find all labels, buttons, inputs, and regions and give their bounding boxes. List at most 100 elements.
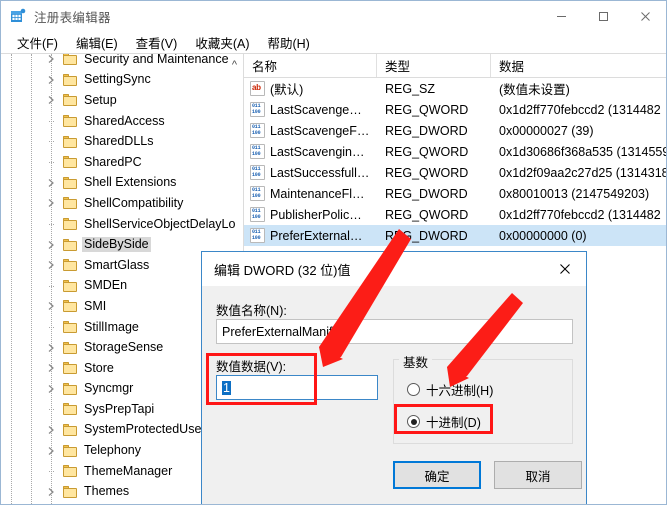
- radio-decimal-mark: [407, 415, 420, 428]
- minimize-button[interactable]: [540, 1, 582, 31]
- tree-item[interactable]: Security and Maintenance: [1, 54, 243, 70]
- value-name-text: LastScavengin…: [270, 145, 365, 159]
- folder-icon: [63, 362, 77, 374]
- tree-item-label: Syncmgr: [82, 381, 135, 396]
- base-radio-group: [393, 359, 573, 444]
- value-row[interactable]: 011100LastScavengin…REG_QWORD0x1d30686f3…: [244, 141, 666, 162]
- maximize-button[interactable]: [582, 1, 624, 31]
- tree-item[interactable]: Setup: [1, 90, 243, 111]
- radio-hexadecimal[interactable]: 十六进制(H): [407, 380, 493, 399]
- chevron-right-icon[interactable]: [45, 177, 57, 189]
- value-name-text: PreferExternalManifest: [222, 325, 349, 339]
- tree-connector: [49, 471, 54, 472]
- cancel-button[interactable]: 取消: [494, 461, 582, 489]
- tree-item[interactable]: SettingSync: [1, 70, 243, 91]
- chevron-right-icon[interactable]: [45, 94, 57, 106]
- value-name-input[interactable]: PreferExternalManifest: [216, 319, 573, 344]
- folder-icon: [63, 300, 77, 312]
- value-row[interactable]: 011100 MaintenanceFl… REG_DWORD0x80010013 …: [244, 183, 666, 204]
- tree-item[interactable]: SharedPC: [1, 152, 243, 173]
- value-data-cell: 0x00000000 (0): [491, 229, 666, 243]
- values-list[interactable]: ab(默认)REG_SZ(数值未设置)011100LastScavenge…RE…: [244, 78, 666, 246]
- value-row[interactable]: 011100PreferExternal…REG_DWORD0x00000000…: [244, 225, 666, 246]
- value-row[interactable]: 011100LastSuccessfull…REG_QWORD0x1d2f09a…: [244, 162, 666, 183]
- folder-icon: [63, 445, 77, 457]
- folder-icon: [63, 321, 77, 333]
- column-header-data[interactable]: 数据: [491, 54, 666, 77]
- folder-icon: [63, 94, 77, 106]
- tree-item-label: SystemProtectedUse: [82, 422, 203, 437]
- value-type-cell: REG_DWORD: [377, 187, 491, 201]
- window-title: 注册表编辑器: [34, 7, 111, 26]
- folder-icon: [63, 403, 77, 415]
- chevron-right-icon[interactable]: [45, 197, 57, 209]
- radio-hexadecimal-label: 十六进制(H): [426, 380, 493, 399]
- tree-item-label: Themes: [82, 484, 131, 499]
- chevron-right-icon[interactable]: [45, 342, 57, 354]
- radio-decimal-label: 十进制(D): [426, 412, 481, 431]
- tree-item-label: StorageSense: [82, 340, 165, 355]
- value-data-cell: 0x1d2ff770febccd2 (1314482: [491, 208, 666, 222]
- value-name-cell: 011100 MaintenanceFl…: [244, 186, 377, 201]
- close-button[interactable]: [624, 1, 666, 31]
- value-type-cell: REG_DWORD: [377, 229, 491, 243]
- column-header-type[interactable]: 类型: [377, 54, 491, 77]
- chevron-right-icon[interactable]: [45, 54, 57, 65]
- tree-connector: [49, 141, 54, 142]
- value-data-label: 数值数据(V):: [216, 356, 286, 375]
- folder-icon: [63, 115, 77, 127]
- value-data-input[interactable]: 1: [216, 375, 378, 400]
- tree-item[interactable]: SharedDLLs: [1, 131, 243, 152]
- tree-item[interactable]: ShellCompatibility: [1, 193, 243, 214]
- tree-item-label: ShellCompatibility: [82, 196, 185, 211]
- value-row[interactable]: 011100LastScavenge…REG_QWORD0x1d2ff770fe…: [244, 99, 666, 120]
- chevron-right-icon[interactable]: [45, 74, 57, 86]
- chevron-right-icon[interactable]: [45, 383, 57, 395]
- value-data-cell: 0x80010013 (2147549203): [491, 187, 666, 201]
- value-row[interactable]: 011100LastScavengeF…REG_DWORD0x00000027 …: [244, 120, 666, 141]
- chevron-right-icon[interactable]: [45, 239, 57, 251]
- chevron-right-icon[interactable]: [45, 445, 57, 457]
- chevron-right-icon[interactable]: [45, 259, 57, 271]
- value-name-text: (默认): [270, 79, 303, 98]
- binary-value-icon: 011100: [250, 186, 265, 201]
- dialog-close-button[interactable]: [544, 252, 586, 286]
- folder-icon: [63, 239, 77, 251]
- chevron-right-icon[interactable]: [45, 362, 57, 374]
- value-name-cell: 011100LastSuccessfull…: [244, 165, 377, 180]
- tree-item[interactable]: Shell Extensions: [1, 173, 243, 194]
- edit-dword-dialog: 编辑 DWORD (32 位)值 数值名称(N): PreferExternal…: [201, 251, 587, 505]
- tree-item[interactable]: SharedAccess: [1, 111, 243, 132]
- value-type-cell: REG_QWORD: [377, 145, 491, 159]
- value-row[interactable]: ab(默认)REG_SZ(数值未设置): [244, 78, 666, 99]
- menu-file[interactable]: 文件(F): [8, 31, 67, 54]
- value-row[interactable]: 011100PublisherPolic…REG_QWORD0x1d2ff770…: [244, 204, 666, 225]
- chevron-right-icon[interactable]: [45, 300, 57, 312]
- radio-decimal[interactable]: 十进制(D): [407, 412, 481, 431]
- value-data-cell: 0x1d2f09aa2c27d25 (1314318: [491, 166, 666, 180]
- tree-item-label: SysPrepTapi: [82, 402, 156, 417]
- value-type-cell: REG_QWORD: [377, 166, 491, 180]
- window-controls: [540, 1, 666, 31]
- chevron-right-icon[interactable]: [45, 424, 57, 436]
- value-data-text: 1: [222, 381, 231, 395]
- folder-icon: [63, 342, 77, 354]
- value-name-text: MaintenanceFl…: [270, 187, 365, 201]
- folder-icon: [63, 177, 77, 189]
- menu-help[interactable]: 帮助(H): [258, 31, 318, 54]
- dialog-body: 数值名称(N): PreferExternalManifest 数值数据(V):…: [202, 286, 586, 505]
- chevron-right-icon[interactable]: [45, 486, 57, 498]
- menu-edit[interactable]: 编辑(E): [67, 31, 127, 54]
- binary-value-icon: 011100: [250, 165, 265, 180]
- radio-hexadecimal-mark: [407, 383, 420, 396]
- folder-icon: [63, 218, 77, 230]
- menu-view[interactable]: 查看(V): [127, 31, 187, 54]
- menu-favorites[interactable]: 收藏夹(A): [186, 31, 258, 54]
- column-header-name[interactable]: 名称: [244, 54, 377, 77]
- dialog-title-bar: 编辑 DWORD (32 位)值: [202, 252, 586, 286]
- ok-button[interactable]: 确定: [393, 461, 481, 489]
- tree-item[interactable]: ShellServiceObjectDelayLo: [1, 214, 243, 235]
- chevron-up-icon[interactable]: ^: [232, 59, 237, 71]
- value-type-cell: REG_QWORD: [377, 208, 491, 222]
- value-name-cell: 011100PreferExternal…: [244, 228, 377, 243]
